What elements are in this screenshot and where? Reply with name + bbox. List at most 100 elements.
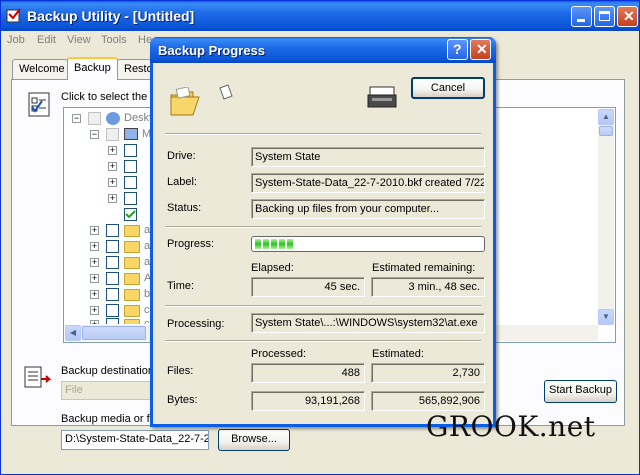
files-estimated-value: 2,730: [371, 363, 485, 383]
folder-icon: [124, 289, 140, 301]
tree-checkbox[interactable]: [124, 192, 137, 205]
expand-icon[interactable]: +: [90, 306, 99, 315]
tab-backup[interactable]: Backup: [67, 57, 118, 80]
menu-tools[interactable]: Tools: [101, 34, 127, 46]
progress-chunk: [263, 239, 269, 249]
time-label: Time:: [167, 280, 195, 292]
tree-row-drive[interactable]: +: [108, 160, 148, 174]
progress-chunk: [287, 239, 293, 249]
tree-checkbox-checked[interactable]: [124, 208, 137, 221]
dialog-separator: [165, 305, 481, 307]
tree-vertical-scrollbar[interactable]: ▲ ▼: [598, 109, 614, 325]
tree-checkbox[interactable]: [106, 128, 119, 141]
collapse-icon[interactable]: −: [72, 114, 81, 123]
menu-job[interactable]: Job: [7, 34, 25, 46]
backup-destination-select[interactable]: File: [61, 381, 153, 400]
bytes-label: Bytes:: [167, 394, 198, 406]
tree-row-drive[interactable]: +: [108, 176, 148, 190]
close-button[interactable]: ✕: [617, 6, 638, 27]
menu-edit[interactable]: Edit: [37, 34, 56, 46]
tree-checkbox[interactable]: [106, 272, 119, 285]
close-icon: ✕: [476, 41, 488, 57]
label-value: System-State-Data_22-7-2010.bkf created …: [251, 173, 485, 193]
flying-document-icon: [219, 84, 233, 100]
main-window-title: Backup Utility - [Untitled]: [27, 8, 195, 24]
minimize-button[interactable]: [571, 6, 592, 27]
backup-media-input[interactable]: D:\System-State-Data_22-7-20: [61, 430, 209, 450]
tab-welcome[interactable]: Welcome: [12, 59, 68, 79]
drive-label: Drive:: [167, 150, 196, 162]
dialog-separator: [165, 133, 481, 135]
files-label: Files:: [167, 365, 194, 377]
tree-checkbox[interactable]: [124, 144, 137, 157]
menu-view[interactable]: View: [67, 34, 91, 46]
bytes-estimated-value: 565,892,906: [371, 391, 485, 411]
expand-icon[interactable]: +: [90, 290, 99, 299]
checkmark-icon: [125, 210, 136, 219]
estimated-label: Estimated:: [372, 348, 424, 360]
tree-checkbox[interactable]: [106, 318, 119, 324]
progress-label: Progress:: [167, 238, 215, 250]
tree-row-drive[interactable]: +: [108, 144, 148, 158]
expand-icon[interactable]: +: [90, 320, 99, 324]
expand-icon[interactable]: +: [90, 274, 99, 283]
tree-checkbox[interactable]: [124, 176, 137, 189]
tree-checkbox[interactable]: [124, 160, 137, 173]
dialog-separator: [165, 340, 481, 342]
vertical-scroll-thumb[interactable]: [599, 126, 613, 136]
backup-destination-label: Backup destination: [61, 365, 154, 377]
computer-icon: [124, 128, 138, 140]
tree-label: c: [144, 304, 150, 316]
maximize-button[interactable]: [594, 6, 615, 27]
expand-icon[interactable]: +: [90, 258, 99, 267]
help-button[interactable]: ?: [447, 39, 468, 60]
tree-checkbox[interactable]: [106, 224, 119, 237]
folder-icon: [124, 225, 140, 237]
expand-icon[interactable]: +: [108, 146, 117, 155]
progress-fill: [255, 239, 293, 249]
collapse-icon[interactable]: −: [90, 130, 99, 139]
scroll-left-button[interactable]: ◀: [65, 325, 81, 341]
scroll-down-button[interactable]: ▼: [598, 309, 614, 325]
maximize-icon: [599, 11, 610, 21]
expand-icon[interactable]: +: [108, 194, 117, 203]
tree-checkbox[interactable]: [106, 288, 119, 301]
tree-checkbox[interactable]: [106, 256, 119, 269]
tree-checkbox[interactable]: [88, 112, 101, 125]
processing-value: System State\...:\WINDOWS\system32\at.ex…: [251, 313, 485, 333]
main-titlebar[interactable]: Backup Utility - [Untitled] ✕: [1, 1, 639, 31]
processed-label: Processed:: [251, 348, 307, 360]
open-folder-icon: [170, 87, 200, 116]
dialog-titlebar[interactable]: Backup Progress ? ✕: [150, 37, 496, 63]
expand-icon[interactable]: +: [90, 242, 99, 251]
tree-row-drive[interactable]: +: [108, 192, 148, 206]
horizontal-scroll-thumb[interactable]: [82, 326, 146, 340]
tree-checkbox[interactable]: [106, 304, 119, 317]
watermark-text: GROOK.net: [426, 410, 596, 443]
expand-icon[interactable]: +: [90, 226, 99, 235]
backup-app-icon: [6, 8, 21, 23]
tape-drive-icon: [367, 86, 397, 108]
processing-label: Processing:: [167, 318, 225, 330]
expand-icon[interactable]: +: [108, 178, 117, 187]
folder-icon: [124, 273, 140, 285]
folder-icon: [124, 241, 140, 253]
expand-icon[interactable]: +: [108, 162, 117, 171]
tree-checkbox[interactable]: [106, 240, 119, 253]
minimize-icon: [577, 19, 585, 22]
select-prompt: Click to select the c: [61, 91, 156, 103]
browse-button[interactable]: Browse...: [218, 429, 290, 451]
tree-row-system-state[interactable]: [108, 208, 148, 222]
progress-chunk: [279, 239, 285, 249]
remaining-value: 3 min., 48 sec.: [371, 277, 485, 297]
checklist-icon: [28, 92, 50, 117]
scroll-up-button[interactable]: ▲: [598, 109, 614, 125]
tree-label: c: [144, 318, 150, 324]
files-processed-value: 488: [251, 363, 365, 383]
cancel-button[interactable]: Cancel: [411, 77, 485, 99]
backup-destination-icon: [24, 366, 52, 388]
start-backup-button[interactable]: Start Backup: [544, 380, 617, 403]
folder-icon: [124, 305, 140, 317]
dialog-close-button[interactable]: ✕: [470, 39, 491, 60]
label-label: Label:: [167, 176, 197, 188]
